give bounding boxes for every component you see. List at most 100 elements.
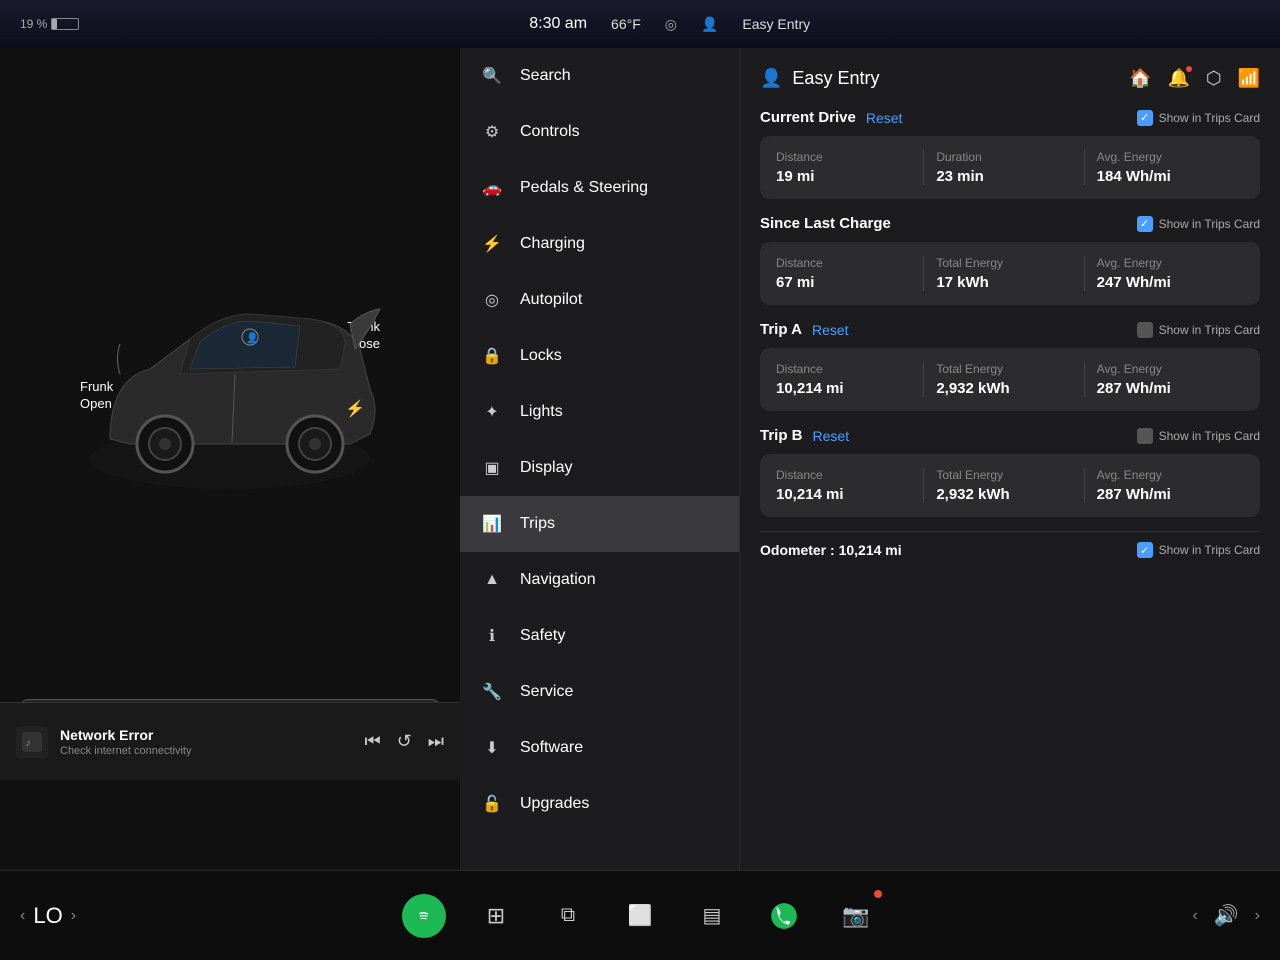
menu-item-upgrades[interactable]: 🔓 Upgrades <box>460 776 739 832</box>
trip-a-checkbox[interactable] <box>1137 322 1153 338</box>
trip-a-avg-energy: Avg. Energy 287 Wh/mi <box>1097 362 1244 397</box>
trip-b-distance-label: Distance <box>776 468 911 482</box>
menu-item-software[interactable]: ⬇ Software <box>460 720 739 776</box>
menu-item-charging[interactable]: ⚡ Charging <box>460 216 739 272</box>
distance-value: 19 mi <box>776 168 911 185</box>
navigation-icon: ▲ <box>480 568 504 592</box>
trips-header-icons[interactable]: 🏠 🔔 ⬡ 📶 <box>1129 68 1260 89</box>
music-bar: ♪ Network Error Check internet connectiv… <box>0 702 460 780</box>
odometer-show-label: Show in Trips Card <box>1159 543 1260 557</box>
trip-b-energy-label: Total Energy <box>936 468 1071 482</box>
trip-a-energy-label: Total Energy <box>936 362 1071 376</box>
camera-icon[interactable]: 📷 <box>834 894 878 938</box>
grid-icon[interactable]: ⊞ <box>474 894 518 938</box>
trip-a-label: Trip A <box>760 321 802 338</box>
slc-avg-label: Avg. Energy <box>1097 256 1232 270</box>
trip-a-distance: Distance 10,214 mi <box>776 362 924 397</box>
lo-left-arrow[interactable]: ‹ <box>20 907 25 925</box>
current-drive-checkbox[interactable]: ✓ <box>1137 110 1153 126</box>
since-last-charge-checkbox[interactable]: ✓ <box>1137 216 1153 232</box>
signal-icon[interactable]: 📶 <box>1238 68 1260 89</box>
slc-energy-label: Total Energy <box>936 256 1071 270</box>
svg-text:♪: ♪ <box>25 737 30 749</box>
phone-icon[interactable] <box>762 894 806 938</box>
since-last-charge-stats: Distance 67 mi Total Energy 17 kWh Avg. … <box>776 256 1244 291</box>
volume-left-arrow[interactable]: ‹ <box>1192 907 1197 925</box>
menu-item-locks[interactable]: 🔒 Locks <box>460 328 739 384</box>
music-subtitle: Check internet connectivity <box>60 745 353 757</box>
trip-b-reset[interactable]: Reset <box>813 428 850 444</box>
spotify-icon[interactable] <box>402 894 446 938</box>
pedals-label: Pedals & Steering <box>520 179 648 197</box>
gps-icon: ◎ <box>665 16 677 33</box>
trip-b-avg-value: 287 Wh/mi <box>1097 486 1232 503</box>
autopilot-icon: ◎ <box>480 288 504 312</box>
trips-label: Trips <box>520 515 555 533</box>
trip-a-distance-value: 10,214 mi <box>776 380 911 397</box>
safety-label: Safety <box>520 627 565 645</box>
trip-a-avg-value: 287 Wh/mi <box>1097 380 1232 397</box>
trip-b-checkbox[interactable] <box>1137 428 1153 444</box>
controls-icon: ⚙ <box>480 120 504 144</box>
current-drive-duration: Duration 23 min <box>936 150 1084 185</box>
car-illustration: ⚡ 👤 <box>70 259 390 539</box>
upgrades-icon: 🔓 <box>480 792 504 816</box>
autopilot-label: Autopilot <box>520 291 582 309</box>
sliders-icon[interactable]: ⧉ <box>546 894 590 938</box>
lights-label: Lights <box>520 403 563 421</box>
since-last-charge-card: Distance 67 mi Total Energy 17 kWh Avg. … <box>760 242 1260 305</box>
slc-energy-value: 17 kWh <box>936 274 1071 291</box>
menu-panel: 🔍 Search ⚙ Controls 🚗 Pedals & Steering … <box>460 48 740 870</box>
menu-item-controls[interactable]: ⚙ Controls <box>460 104 739 160</box>
trip-a-energy: Total Energy 2,932 kWh <box>936 362 1084 397</box>
chat-icon[interactable]: ⬜ <box>618 894 662 938</box>
status-bar: 19 % 8:30 am 66°F ◎ 👤 Easy Entry <box>0 0 1280 48</box>
locks-label: Locks <box>520 347 562 365</box>
current-drive-card: Distance 19 mi Duration 23 min Avg. Ener… <box>760 136 1260 199</box>
menu-item-service[interactable]: 🔧 Service <box>460 664 739 720</box>
current-drive-reset[interactable]: Reset <box>866 110 903 126</box>
svg-text:👤: 👤 <box>246 331 258 344</box>
menu-item-search[interactable]: 🔍 Search <box>460 48 739 104</box>
trip-b-show-trips: Show in Trips Card <box>1137 428 1260 444</box>
bottom-app-icons[interactable]: ⊞ ⧉ ⬜ ▤ 📷 <box>402 894 878 938</box>
menu-item-safety[interactable]: ℹ Safety <box>460 608 739 664</box>
current-drive-stats: Distance 19 mi Duration 23 min Avg. Ener… <box>776 150 1244 185</box>
since-last-charge-show-label: Show in Trips Card <box>1159 217 1260 231</box>
slc-avg-energy: Avg. Energy 247 Wh/mi <box>1097 256 1244 291</box>
current-drive-header: Current Drive Reset ✓ Show in Trips Card <box>760 109 1260 126</box>
home-icon[interactable]: 🏠 <box>1129 68 1151 89</box>
cards-icon[interactable]: ▤ <box>690 894 734 938</box>
notification-dot <box>1186 66 1192 72</box>
search-icon: 🔍 <box>480 64 504 88</box>
slc-energy: Total Energy 17 kWh <box>936 256 1084 291</box>
menu-item-display[interactable]: ▣ Display <box>460 440 739 496</box>
odometer-label: Odometer : <box>760 542 839 558</box>
menu-item-navigation[interactable]: ▲ Navigation <box>460 552 739 608</box>
music-controls[interactable]: ⏮ ↺ ⏭ <box>365 731 445 752</box>
menu-item-pedals[interactable]: 🚗 Pedals & Steering <box>460 160 739 216</box>
bell-icon[interactable]: 🔔 <box>1167 68 1189 89</box>
svg-text:⚡: ⚡ <box>345 399 365 418</box>
avg-energy-label: Avg. Energy <box>1097 150 1232 164</box>
odometer-checkbox[interactable]: ✓ <box>1137 542 1153 558</box>
volume-icon: 🔊 <box>1214 903 1239 928</box>
trip-b-card: Distance 10,214 mi Total Energy 2,932 kW… <box>760 454 1260 517</box>
service-label: Service <box>520 683 573 701</box>
software-label: Software <box>520 739 583 757</box>
menu-item-lights[interactable]: ✦ Lights <box>460 384 739 440</box>
replay-button[interactable]: ↺ <box>397 731 412 752</box>
prev-button[interactable]: ⏮ <box>365 731 381 752</box>
bluetooth-icon[interactable]: ⬡ <box>1206 68 1222 89</box>
next-button[interactable]: ⏭ <box>428 731 444 752</box>
current-drive-energy: Avg. Energy 184 Wh/mi <box>1097 150 1244 185</box>
menu-item-trips[interactable]: 📊 Trips <box>460 496 739 552</box>
since-last-charge-show-trips: ✓ Show in Trips Card <box>1137 216 1260 232</box>
lo-right-arrow[interactable]: › <box>71 907 76 925</box>
trip-a-reset[interactable]: Reset <box>812 322 849 338</box>
camera-badge <box>874 890 882 898</box>
bottom-right-controls[interactable]: ‹ 🔊 › <box>1192 903 1260 928</box>
trip-a-distance-label: Distance <box>776 362 911 376</box>
menu-item-autopilot[interactable]: ◎ Autopilot <box>460 272 739 328</box>
volume-right-arrow[interactable]: › <box>1255 907 1260 925</box>
